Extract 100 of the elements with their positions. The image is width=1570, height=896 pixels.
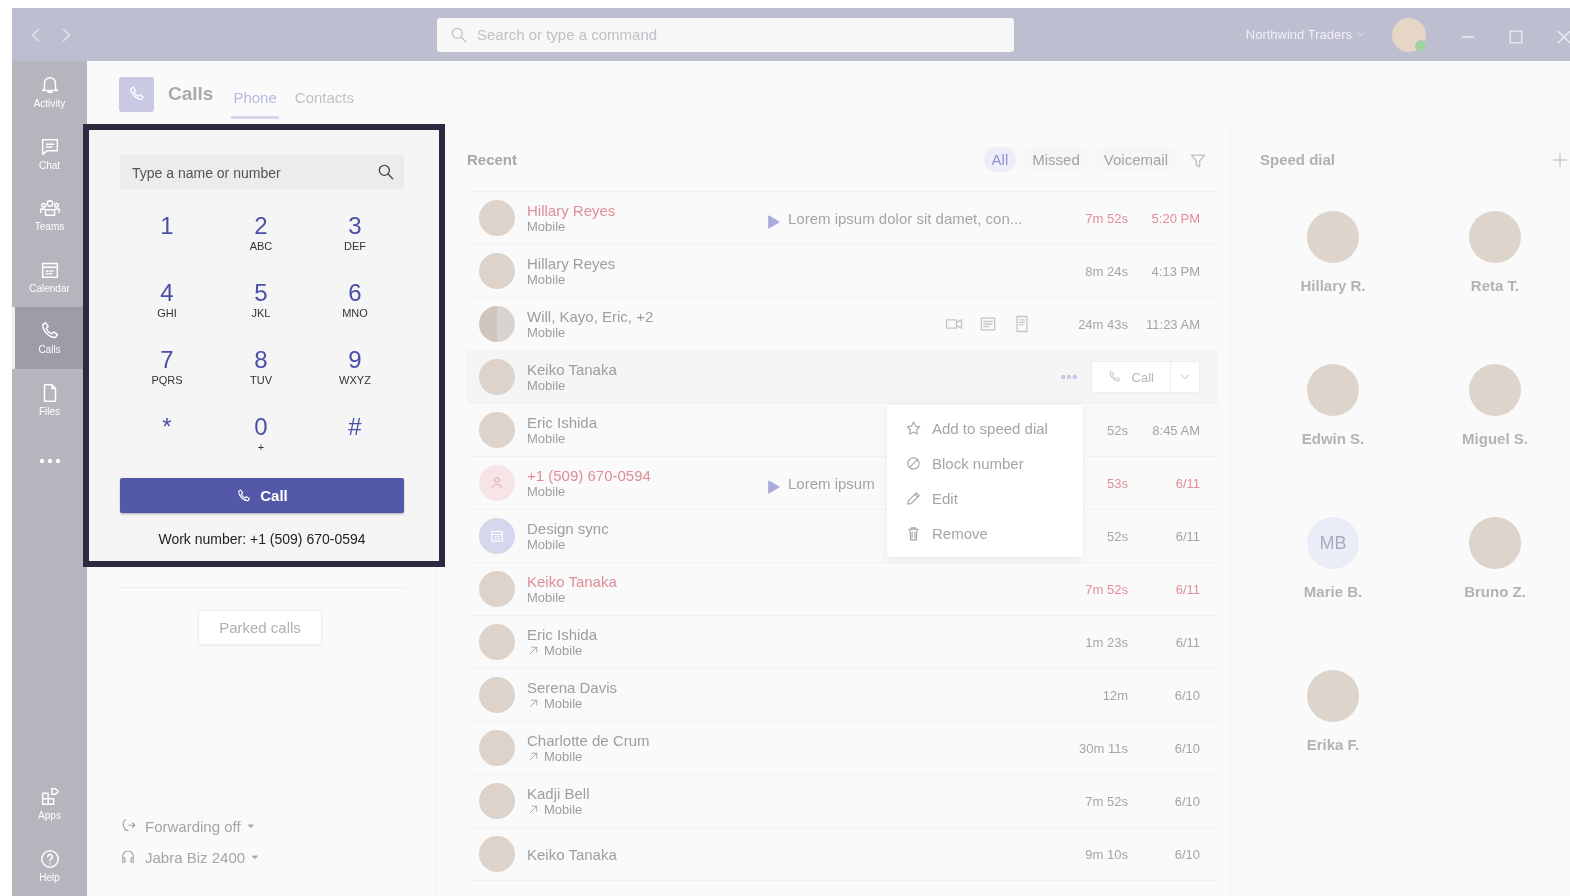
- caller-name: Charlotte de Crum: [527, 732, 651, 749]
- speed-dial-contact[interactable]: Erika F.: [1252, 670, 1414, 823]
- rail-item[interactable]: Teams: [12, 184, 87, 246]
- call-row[interactable]: Serena Davis Mobile 12m 6/10: [467, 669, 1218, 722]
- call-row[interactable]: Eric Ishida Mobile 1m 23s 6/11: [467, 616, 1218, 669]
- call-row[interactable]: Charlotte de Crum Mobile 30m 11s 6/10: [467, 722, 1218, 775]
- filter-pill[interactable]: Missed: [1024, 146, 1088, 172]
- call-time: 11:23 AM: [1145, 316, 1200, 332]
- rail-item[interactable]: Files: [12, 368, 87, 430]
- avatar: [479, 253, 515, 289]
- dial-key[interactable]: 4 GHI: [120, 279, 214, 346]
- dial-key[interactable]: #: [308, 413, 402, 480]
- speed-dial-contact[interactable]: Edwin S.: [1252, 364, 1414, 517]
- call-duration: 24m 43s: [1077, 316, 1128, 332]
- calendar-avatar: [479, 518, 515, 554]
- dial-key[interactable]: *: [120, 413, 214, 480]
- menu-item[interactable]: Remove: [887, 516, 1083, 551]
- call-detail: Mobile: [527, 272, 566, 287]
- call-time: 6/10: [1173, 846, 1200, 862]
- dial-key[interactable]: 1: [120, 212, 214, 279]
- call-detail: Mobile: [527, 325, 566, 340]
- avatar: [1469, 211, 1521, 263]
- call-detail: Mobile: [544, 749, 583, 764]
- forwarding-dropdown[interactable]: Forwarding off: [119, 817, 436, 835]
- dial-key[interactable]: 7 PQRS: [120, 346, 214, 413]
- speed-dial-contact[interactable]: Bruno Z.: [1414, 517, 1570, 670]
- speed-dial-contact[interactable]: MB Marie B.: [1252, 517, 1414, 670]
- call-detail: Mobile: [527, 590, 566, 605]
- filter-pill[interactable]: All: [983, 146, 1017, 172]
- rail-item[interactable]: Activity: [12, 61, 87, 123]
- caller-name: Keiko Tanaka: [527, 361, 618, 378]
- name-number-field[interactable]: Type a name or number: [120, 155, 404, 190]
- device-dropdown[interactable]: Jabra Biz 2400: [119, 848, 436, 866]
- call-row[interactable]: Hillary Reyes Mobile Lorem ipsum dolor sit damet, con... 7m 52s 5:20 PM: [467, 192, 1218, 245]
- call-time: 6/10: [1173, 793, 1200, 809]
- group-avatar: [479, 306, 515, 342]
- avatar: [479, 571, 515, 607]
- user-avatar[interactable]: [1392, 17, 1426, 52]
- rail-item[interactable]: Help: [12, 834, 87, 896]
- tab[interactable]: Phone: [231, 79, 279, 119]
- avatar: [479, 412, 515, 448]
- call-time: 6/11: [1174, 581, 1200, 597]
- call-duration: 53s: [1106, 475, 1128, 491]
- add-icon[interactable]: [1550, 150, 1568, 168]
- call-row[interactable]: Kadji Bell Mobile 7m 52s 6/10: [467, 775, 1218, 828]
- call-time: 6/11: [1174, 475, 1200, 491]
- call-time: 6/10: [1173, 740, 1200, 756]
- dial-key[interactable]: 5 JKL: [214, 279, 308, 346]
- call-row[interactable]: Keiko Tanaka Mobile Call: [467, 351, 1218, 404]
- more-icon: [38, 457, 61, 464]
- dial-key[interactable]: 0 +: [214, 413, 308, 480]
- trash-icon: [905, 525, 922, 542]
- speed-dial-contact[interactable]: Hillary R.: [1252, 211, 1414, 364]
- dial-key[interactable]: 3 DEF: [308, 212, 402, 279]
- section-title: Recent: [467, 150, 518, 168]
- filter-pill[interactable]: Voicemail: [1095, 146, 1176, 172]
- call-duration: 52s: [1106, 422, 1128, 438]
- dial-key[interactable]: 9 WXYZ: [308, 346, 402, 413]
- avatar: [479, 730, 515, 766]
- call-duration: 12m: [1101, 687, 1128, 703]
- dial-key[interactable]: 2 ABC: [214, 212, 308, 279]
- caller-name: +1 (509) 670-0594: [527, 467, 652, 484]
- call-row[interactable]: Hillary Reyes Mobile 8m 24s 4:13 PM: [467, 245, 1218, 298]
- caller-name: Hillary Reyes: [527, 255, 617, 272]
- block-icon: [905, 455, 922, 472]
- phone-icon: [1107, 370, 1122, 384]
- call-duration: 1m 23s: [1084, 634, 1128, 650]
- call-duration: 7m 52s: [1084, 581, 1128, 597]
- work-number: Work number: +1 (509) 670-0594: [157, 531, 367, 547]
- call-duration: 30m 11s: [1078, 740, 1128, 756]
- call-detail: Mobile: [527, 431, 566, 446]
- call-time: 6/10: [1173, 687, 1200, 703]
- parked-calls-button[interactable]: Parked calls: [198, 610, 322, 645]
- call-time: 5:20 PM: [1150, 210, 1200, 226]
- star-icon: [905, 420, 922, 437]
- caller-name: Keiko Tanaka: [527, 845, 618, 863]
- call-row[interactable]: Keiko Tanaka Mobile 7m 52s 6/11: [467, 563, 1218, 616]
- call-button[interactable]: Call: [120, 478, 404, 513]
- rail-item[interactable]: Apps: [12, 773, 87, 835]
- rail-item[interactable]: Calendar: [12, 245, 87, 307]
- dial-key[interactable]: 6 MNO: [308, 279, 402, 346]
- caller-name: Kadji Bell: [527, 785, 591, 802]
- menu-item[interactable]: Add to speed dial: [887, 411, 1083, 446]
- dial-key[interactable]: 8 TUV: [214, 346, 308, 413]
- phone-icon: [119, 76, 154, 112]
- call-time: 6/11: [1174, 634, 1200, 650]
- avatar: MB: [1307, 517, 1359, 569]
- speed-dial-contact[interactable]: Reta T.: [1414, 211, 1570, 364]
- call-detail: Mobile: [544, 696, 583, 711]
- rail-item[interactable]: Chat: [12, 122, 87, 184]
- caller-name: Serena Davis: [527, 679, 619, 696]
- avatar: [479, 836, 515, 872]
- app-title: Calls: [168, 83, 214, 105]
- speed-dial-contact[interactable]: Miguel S.: [1414, 364, 1570, 517]
- caller-name: Design sync: [527, 520, 610, 537]
- avatar: [1469, 517, 1521, 569]
- call-row[interactable]: Keiko Tanaka 9m 10s 6/10: [467, 828, 1218, 881]
- tab[interactable]: Contacts: [292, 79, 356, 119]
- voicemail-preview: Lorem ipsum: [788, 474, 875, 492]
- caller-name: Eric Ishida: [527, 414, 599, 431]
